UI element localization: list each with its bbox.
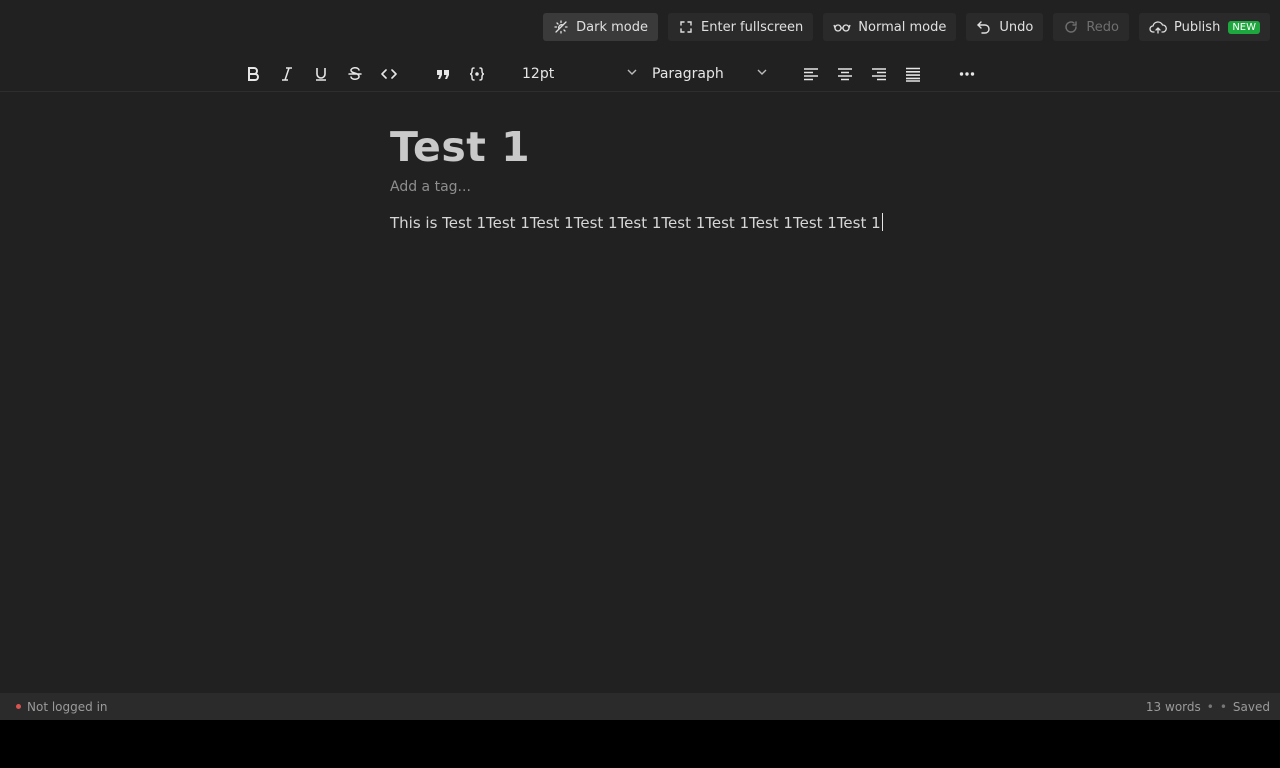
undo-icon: [976, 19, 992, 35]
italic-icon: [278, 65, 296, 83]
fullscreen-label: Enter fullscreen: [701, 19, 804, 35]
code-block-button[interactable]: [463, 60, 491, 88]
top-action-bar: Dark mode Enter fullscreen Normal mode U…: [543, 13, 1270, 41]
chevron-down-icon: [626, 66, 638, 82]
align-left-button[interactable]: [797, 60, 825, 88]
align-right-icon: [870, 65, 888, 83]
redo-label: Redo: [1086, 19, 1119, 35]
body-paragraph: This is Test 1Test 1Test 1Test 1Test 1Te…: [390, 214, 881, 232]
word-count: 13 words: [1145, 699, 1201, 714]
code-block-icon: [468, 65, 486, 83]
align-left-icon: [802, 65, 820, 83]
separator-bullet: •: [1219, 699, 1227, 714]
editor-content: Test 1 Add a tag... This is Test 1Test 1…: [390, 120, 950, 233]
dark-mode-icon: [553, 19, 569, 35]
quote-icon: [434, 65, 452, 83]
block-type-value: Paragraph: [652, 66, 724, 82]
glasses-icon: [833, 19, 851, 35]
text-caret: [881, 213, 883, 231]
underline-icon: [312, 65, 330, 83]
publish-label: Publish: [1173, 19, 1221, 35]
more-icon: [958, 65, 976, 83]
redo-icon: [1063, 19, 1079, 35]
fullscreen-button[interactable]: Enter fullscreen: [668, 13, 814, 41]
undo-label: Undo: [999, 19, 1034, 35]
strikethrough-button[interactable]: [341, 60, 369, 88]
font-size-select[interactable]: 12pt: [522, 60, 638, 88]
fullscreen-icon: [678, 19, 694, 35]
align-justify-icon: [904, 65, 922, 83]
normal-mode-button[interactable]: Normal mode: [823, 13, 957, 41]
dark-mode-label: Dark mode: [576, 19, 649, 35]
cloud-upload-icon: [1149, 19, 1167, 35]
save-status: Saved: [1232, 699, 1270, 714]
document-title[interactable]: Test 1: [390, 120, 950, 174]
publish-button[interactable]: Publish NEW: [1138, 13, 1270, 41]
align-center-button[interactable]: [831, 60, 859, 88]
new-badge: NEW: [1228, 20, 1260, 34]
tag-input[interactable]: Add a tag...: [390, 178, 950, 196]
login-status-dot: [16, 704, 21, 709]
dark-mode-button[interactable]: Dark mode: [543, 13, 659, 41]
bold-icon: [244, 65, 262, 83]
status-bar: Not logged in 13 words • • Saved: [0, 693, 1280, 720]
redo-button[interactable]: Redo: [1053, 13, 1129, 41]
inline-code-button[interactable]: [375, 60, 403, 88]
editor-app: Dark mode Enter fullscreen Normal mode U…: [0, 0, 1280, 720]
more-options-button[interactable]: [953, 60, 981, 88]
quote-button[interactable]: [429, 60, 457, 88]
align-justify-button[interactable]: [899, 60, 927, 88]
code-icon: [380, 65, 398, 83]
undo-button[interactable]: Undo: [966, 13, 1044, 41]
underline-button[interactable]: [307, 60, 335, 88]
normal-mode-label: Normal mode: [858, 19, 947, 35]
document-body[interactable]: This is Test 1Test 1Test 1Test 1Test 1Te…: [390, 213, 950, 233]
formatting-toolbar: 12pt Paragraph: [0, 56, 1280, 92]
strikethrough-icon: [346, 65, 364, 83]
bold-button[interactable]: [239, 60, 267, 88]
font-size-value: 12pt: [522, 66, 555, 82]
block-type-select[interactable]: Paragraph: [652, 60, 768, 88]
chevron-down-icon: [756, 66, 768, 82]
align-right-button[interactable]: [865, 60, 893, 88]
separator-bullet: •: [1206, 699, 1214, 714]
login-status[interactable]: Not logged in: [27, 700, 108, 714]
align-center-icon: [836, 65, 854, 83]
italic-button[interactable]: [273, 60, 301, 88]
